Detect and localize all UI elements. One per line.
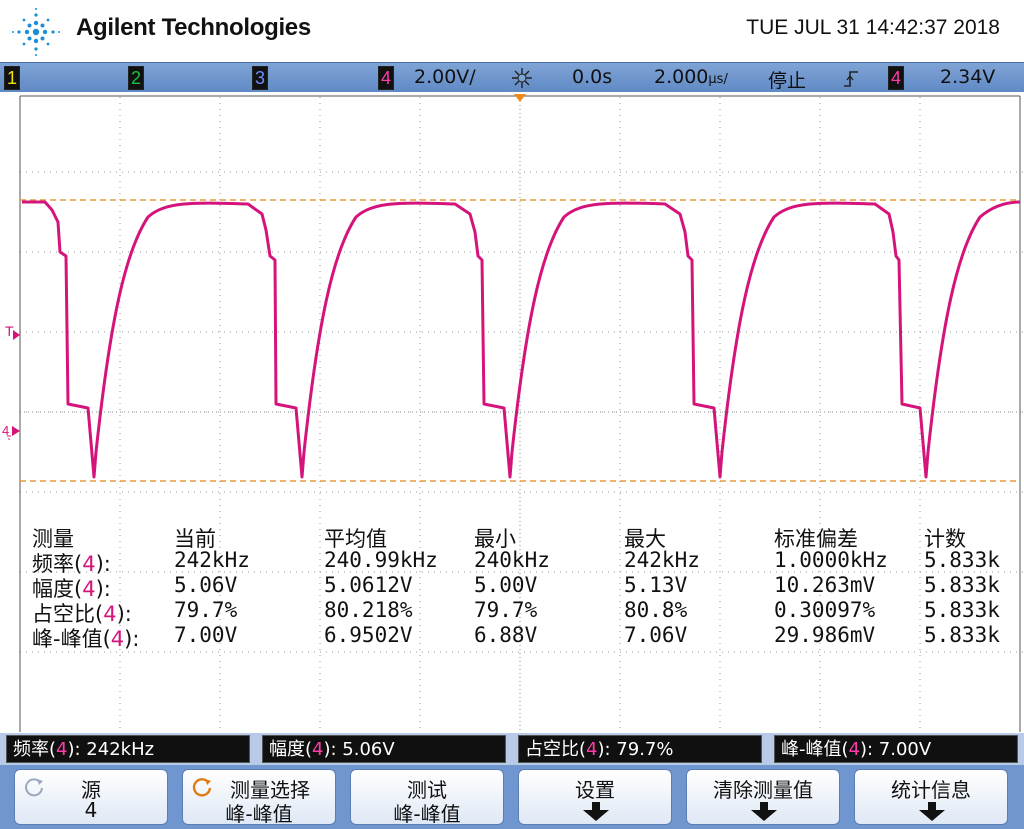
trigger-source-channel[interactable]: 4 xyxy=(888,66,904,90)
softkey-value: 4 xyxy=(84,798,98,822)
softkey-value: 峰-峰值 xyxy=(393,802,461,826)
value-current: 242kHz xyxy=(174,548,250,572)
measurement-header-row: 测量 当前 平均值 最小 最大 标准偏差 计数 xyxy=(0,523,1024,551)
value-max: 80.8% xyxy=(624,598,688,622)
readout-channel: 4 xyxy=(848,739,860,760)
horizontal-offset[interactable]: 0.0s xyxy=(572,66,612,88)
value-current: 79.7% xyxy=(174,598,238,622)
value-mean: 80.218% xyxy=(324,598,413,622)
value-mean: 240.99kHz xyxy=(324,548,438,572)
softkey-settings[interactable]: 设置 xyxy=(518,769,672,825)
submenu-arrow-icon xyxy=(751,802,777,821)
measurement-row-peak-to-peak: 峰-峰值(4): 7.00V 6.9502V 6.88V 7.06V 29.98… xyxy=(0,623,1024,651)
submenu-arrow-icon xyxy=(919,802,945,821)
value-max: 242kHz xyxy=(624,548,700,572)
value-count: 5.833k xyxy=(924,548,1000,572)
value-count: 5.833k xyxy=(924,573,1000,597)
measurement-channel: 4 xyxy=(110,627,125,651)
measurement-row-frequency: 频率(4): 242kHz 240.99kHz 240kHz 242kHz 1.… xyxy=(0,548,1024,576)
softkey-label: 设置 xyxy=(575,778,615,802)
run-state[interactable]: 停止 xyxy=(768,66,806,93)
readout-value: 7.00V xyxy=(878,739,932,760)
readout-value: 242kHz xyxy=(86,739,155,760)
value-mean: 5.0612V xyxy=(324,573,413,597)
channel-status-bar: 1 2 3 4 2.00V/ 0.0s 2.000μs/ 停止 4 2.34V xyxy=(0,62,1024,93)
readout-channel: 4 xyxy=(56,739,68,760)
measurement-readout-bar: 频率(4): 242kHz 幅度(4): 5.06V 占空比(4): 79.7%… xyxy=(0,733,1024,765)
readout-peak-to-peak[interactable]: 峰-峰值(4): 7.00V xyxy=(774,735,1018,763)
timebase-unit: μs/ xyxy=(708,72,728,87)
value-std-dev: 1.0000kHz xyxy=(774,548,888,572)
value-std-dev: 29.986mV xyxy=(774,623,876,647)
value-mean: 6.9502V xyxy=(324,623,413,647)
measurement-label: 峰-峰值(4): xyxy=(32,627,140,651)
softkey-source[interactable]: 源 4 xyxy=(14,769,168,825)
readout-value: 5.06V xyxy=(342,739,395,760)
readout-name: 幅度 xyxy=(269,739,305,760)
channel-2-button[interactable]: 2 xyxy=(128,66,144,90)
value-std-dev: 10.263mV xyxy=(774,573,876,597)
value-current: 5.06V xyxy=(174,573,238,597)
measurement-name: 峰-峰值 xyxy=(32,627,103,651)
value-min: 79.7% xyxy=(474,598,538,622)
softkey-value: 峰-峰值 xyxy=(225,802,293,826)
trigger-edge-icon xyxy=(844,71,858,87)
channel-1-button[interactable]: 1 xyxy=(4,66,20,90)
readout-channel: 4 xyxy=(586,739,598,760)
trigger-position-icon xyxy=(512,68,532,88)
readout-frequency[interactable]: 频率(4): 242kHz xyxy=(6,735,250,763)
channel-4-scale[interactable]: 2.00V/ xyxy=(414,66,476,88)
header-bar: Agilent Technologies TUE JUL 31 14:42:37… xyxy=(0,0,1024,62)
timebase-value: 2.000 xyxy=(654,66,709,88)
softkey-bar: 源 4 测量选择 峰-峰值 测试 峰-峰值 设置 清除测量值 统计信息 xyxy=(0,765,1024,829)
readout-channel: 4 xyxy=(312,739,324,760)
brand-name: Agilent Technologies xyxy=(76,14,311,41)
softkey-statistics[interactable]: 统计信息 xyxy=(854,769,1008,825)
value-min: 5.00V xyxy=(474,573,538,597)
readout-value: 79.7% xyxy=(616,739,674,760)
datetime: TUE JUL 31 14:42:37 2018 xyxy=(746,16,1000,39)
softkey-label: 统计信息 xyxy=(891,778,971,802)
readout-name: 频率 xyxy=(13,739,49,760)
value-count: 5.833k xyxy=(924,623,1000,647)
readout-duty-cycle[interactable]: 占空比(4): 79.7% xyxy=(518,735,762,763)
value-max: 7.06V xyxy=(624,623,688,647)
softkey-test[interactable]: 测试 峰-峰值 xyxy=(350,769,504,826)
channel-3-button[interactable]: 3 xyxy=(252,66,268,90)
value-max: 5.13V xyxy=(624,573,688,597)
readout-name: 占空比 xyxy=(525,739,579,760)
trigger-level-marker-label: T xyxy=(5,323,14,339)
measurement-row-amplitude: 幅度(4): 5.06V 5.0612V 5.00V 5.13V 10.263m… xyxy=(0,573,1024,601)
timebase[interactable]: 2.000μs/ xyxy=(654,66,728,88)
submenu-arrow-icon xyxy=(583,802,609,821)
value-min: 6.88V xyxy=(474,623,538,647)
softkey-measure-select[interactable]: 测量选择 峰-峰值 xyxy=(182,769,336,826)
agilent-spark-logo xyxy=(12,8,60,56)
measurement-row-duty-cycle: 占空比(4): 79.7% 80.218% 79.7% 80.8% 0.3009… xyxy=(0,598,1024,626)
value-current: 7.00V xyxy=(174,623,238,647)
value-count: 5.833k xyxy=(924,598,1000,622)
value-std-dev: 0.30097% xyxy=(774,598,876,622)
channel-4-button[interactable]: 4 xyxy=(378,66,394,90)
readout-name: 峰-峰值 xyxy=(781,739,842,760)
softkey-clear-measurements[interactable]: 清除测量值 xyxy=(686,769,840,825)
readout-amplitude[interactable]: 幅度(4): 5.06V xyxy=(262,735,506,763)
trigger-level[interactable]: 2.34V xyxy=(940,66,995,88)
softkey-label: 清除测量值 xyxy=(713,778,813,802)
value-min: 240kHz xyxy=(474,548,550,572)
